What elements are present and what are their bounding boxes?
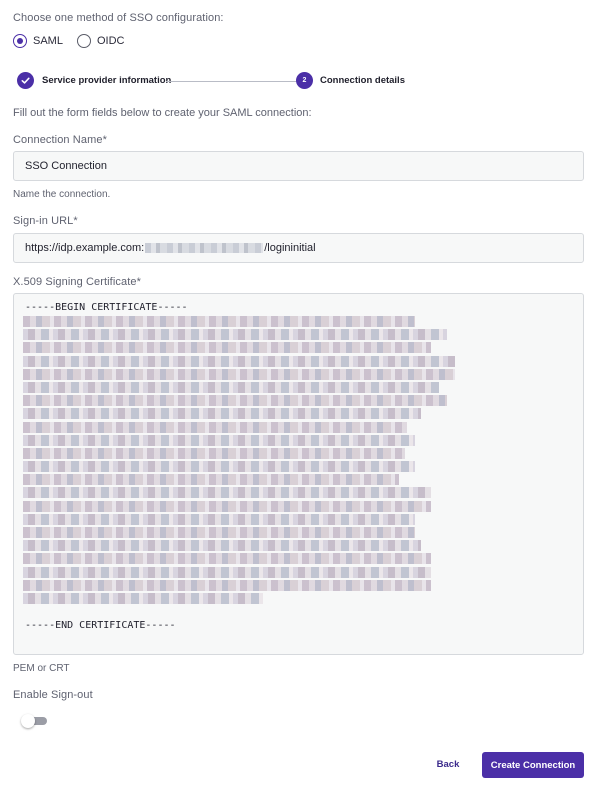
certificate-end-line: -----END CERTIFICATE----- — [25, 620, 176, 631]
required-mark: * — [73, 215, 78, 227]
step-complete-check-icon — [17, 72, 34, 89]
required-mark: * — [136, 276, 141, 288]
redacted-cert-line — [23, 355, 455, 367]
form-intro: Fill out the form fields below to create… — [13, 107, 312, 119]
sso-method-radio-group: SAML OIDC — [13, 34, 138, 48]
redacted-cert-line — [23, 434, 415, 446]
redacted-cert-line — [23, 395, 447, 407]
redacted-cert-line — [23, 447, 405, 459]
redacted-cert-line — [23, 592, 263, 604]
redacted-cert-line — [23, 408, 421, 420]
redacted-cert-line — [23, 540, 421, 552]
connection-name-value: SSO Connection — [25, 160, 107, 172]
redacted-cert-line — [23, 487, 431, 499]
sign-in-url-label-text: Sign-in URL — [13, 215, 74, 227]
redacted-cert-line — [23, 461, 415, 473]
radio-oidc[interactable] — [76, 34, 91, 48]
certificate-begin-line: -----BEGIN CERTIFICATE----- — [25, 302, 188, 313]
radio-label-saml: SAML — [33, 35, 63, 47]
sso-method-prompt: Choose one method of SSO configuration: — [13, 12, 224, 24]
certificate-label-text: X.509 Signing Certificate — [13, 276, 137, 288]
radio-label-oidc: OIDC — [96, 35, 125, 47]
back-button[interactable]: Back — [427, 752, 469, 777]
toggle-thumb — [21, 714, 35, 728]
step-label-connection-details: Connection details — [320, 75, 405, 86]
connection-name-label-text: Connection Name — [13, 134, 103, 146]
sign-in-url-suffix: /logininitial — [264, 242, 316, 254]
redacted-cert-line — [23, 381, 439, 393]
radio-option-saml[interactable]: SAML — [13, 34, 63, 48]
redacted-url-segment — [145, 243, 264, 253]
redacted-cert-line — [23, 342, 431, 354]
redacted-cert-line — [23, 474, 399, 486]
redacted-cert-line — [23, 316, 415, 327]
redacted-cert-line — [23, 553, 431, 565]
stepper: Service provider information 2 Connectio… — [17, 72, 417, 90]
certificate-helper: PEM or CRT — [13, 663, 70, 674]
create-connection-button[interactable]: Create Connection — [482, 752, 584, 778]
certificate-label: X.509 Signing Certificate* — [13, 276, 141, 288]
redacted-cert-line — [23, 329, 447, 341]
step-number-badge: 2 — [296, 72, 313, 89]
enable-sign-out-label: Enable Sign-out — [13, 689, 93, 701]
redacted-cert-line — [23, 513, 415, 525]
redacted-cert-line — [23, 421, 407, 433]
sign-out-toggle[interactable] — [21, 714, 48, 728]
redacted-cert-line — [23, 500, 431, 512]
sign-in-url-input[interactable]: https://idp.example.com: /logininitial — [13, 233, 584, 263]
connection-name-input[interactable]: SSO Connection — [13, 151, 584, 181]
sign-in-url-label: Sign-in URL* — [13, 215, 78, 227]
step-number: 2 — [302, 77, 307, 84]
certificate-textarea[interactable]: -----BEGIN CERTIFICATE----- -----END CER… — [13, 293, 584, 655]
connection-name-helper: Name the connection. — [13, 189, 111, 200]
redacted-certificate-body — [23, 316, 463, 616]
radio-saml[interactable] — [13, 34, 27, 48]
required-mark: * — [102, 134, 107, 146]
redacted-cert-line — [23, 579, 431, 591]
redacted-cert-line — [23, 368, 455, 380]
redacted-cert-line — [23, 566, 431, 578]
step-connector-line — [166, 81, 309, 82]
step-label-service-provider: Service provider information — [42, 75, 172, 86]
redacted-cert-line — [23, 527, 415, 538]
connection-name-label: Connection Name* — [13, 134, 107, 146]
sign-in-url-prefix: https://idp.example.com: — [25, 242, 145, 254]
radio-option-oidc[interactable]: OIDC — [76, 34, 125, 48]
